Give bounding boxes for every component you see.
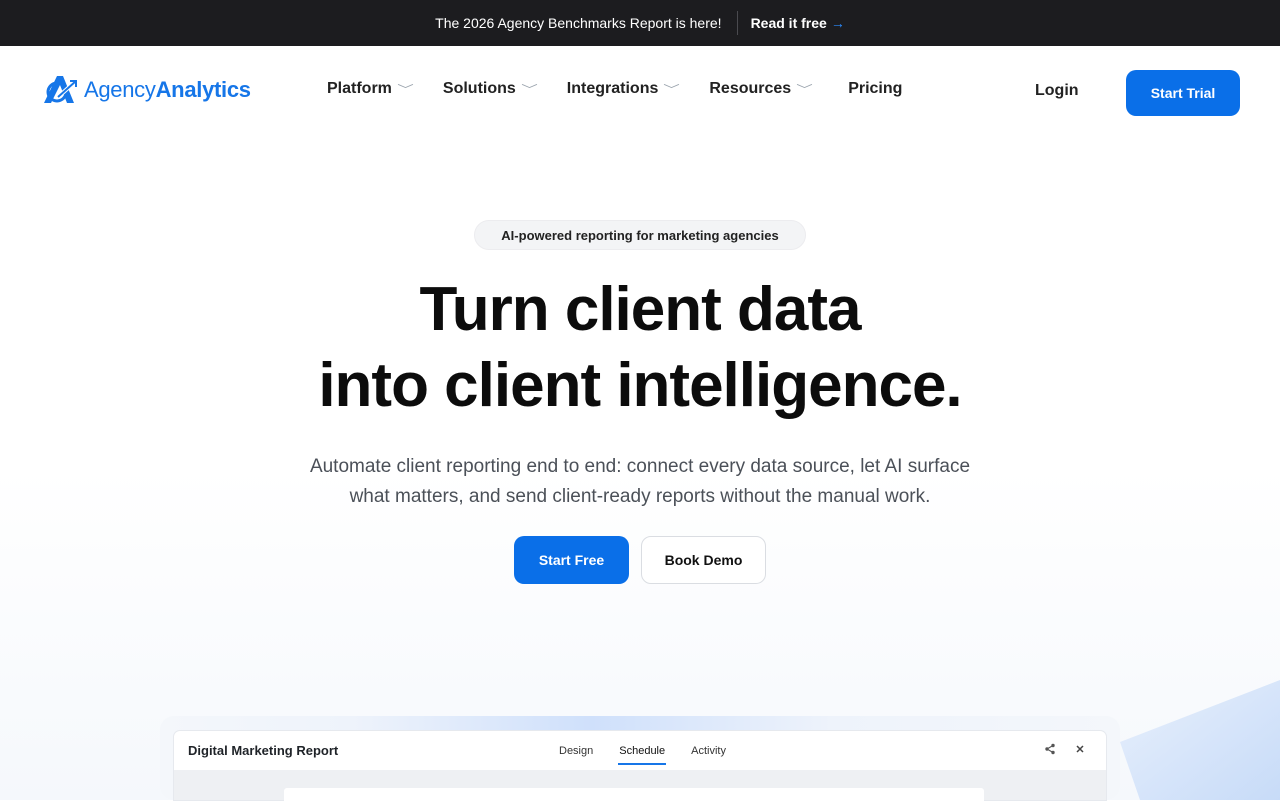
close-icon[interactable] (1074, 743, 1086, 755)
brand-name-light: Agency (84, 77, 156, 102)
chevron-down-icon: ﹀ (663, 84, 681, 96)
hero-subtext-line-2: what matters, and send client-ready repo… (349, 486, 931, 507)
nav-integrations[interactable]: Integrations ﹀ (566, 80, 681, 98)
nav-integrations-label: Integrations (566, 80, 659, 97)
hero-headline-line-2: into client intelligence. (318, 351, 962, 420)
start-trial-button[interactable]: Start Trial (1126, 70, 1240, 116)
nav-pricing[interactable]: Pricing (848, 80, 902, 98)
start-free-button[interactable]: Start Free (514, 536, 629, 584)
hero-headline-line-1: Turn client data (419, 275, 861, 344)
tab-design[interactable]: Design (559, 745, 593, 765)
nav-solutions-label: Solutions (442, 80, 516, 97)
arrow-right-icon: → (830, 15, 845, 31)
hero-headline: Turn client data into client intelligenc… (0, 272, 1280, 424)
report-preview-window: Digital Marketing Report Design Schedule… (174, 731, 1106, 808)
read-it-free-label: Read it free (750, 15, 827, 31)
chevron-down-icon: ﹀ (397, 84, 414, 96)
hero-subtext: Automate client reporting end to end: co… (260, 452, 1020, 512)
nav-platform-label: Platform (327, 80, 392, 97)
read-it-free-link[interactable]: Read it free → (751, 15, 845, 31)
brand-logo[interactable]: AgencyAnalytics (40, 73, 251, 107)
site-header: AgencyAnalytics Platform ﹀ Solutions ﹀ I… (0, 46, 1280, 138)
tab-schedule[interactable]: Schedule (618, 745, 666, 765)
hero-subtext-line-1: Automate client reporting end to end: co… (309, 456, 971, 477)
nav-pricing-label: Pricing (848, 80, 903, 97)
report-tabs: Design Schedule Activity (559, 745, 752, 765)
chevron-down-icon: ﹀ (796, 84, 813, 96)
main-nav: Platform ﹀ Solutions ﹀ Integrations ﹀ Re… (327, 80, 902, 98)
nav-solutions[interactable]: Solutions ﹀ (442, 80, 538, 98)
chevron-down-icon: ﹀ (521, 84, 538, 96)
brand-mark-icon (44, 76, 78, 103)
login-link[interactable]: Login (1035, 82, 1079, 100)
decorative-wedge (1120, 680, 1280, 800)
report-actions (1044, 743, 1086, 755)
report-page (284, 788, 984, 808)
announcement-bar: The 2026 Agency Benchmarks Report is her… (0, 0, 1280, 46)
report-canvas (174, 770, 1106, 808)
announcement-divider (736, 11, 738, 35)
share-icon[interactable] (1044, 743, 1056, 755)
report-title: Digital Marketing Report (188, 743, 339, 758)
nav-platform[interactable]: Platform ﹀ (327, 80, 414, 98)
nav-resources[interactable]: Resources ﹀ (709, 80, 813, 98)
tab-activity[interactable]: Activity (691, 745, 726, 765)
nav-resources-label: Resources (709, 80, 792, 97)
book-demo-button[interactable]: Book Demo (641, 536, 766, 584)
announcement-message: The 2026 Agency Benchmarks Report is her… (435, 15, 722, 31)
brand-name-bold: Analytics (155, 77, 251, 102)
hero-badge: AI-powered reporting for marketing agenc… (474, 220, 806, 250)
